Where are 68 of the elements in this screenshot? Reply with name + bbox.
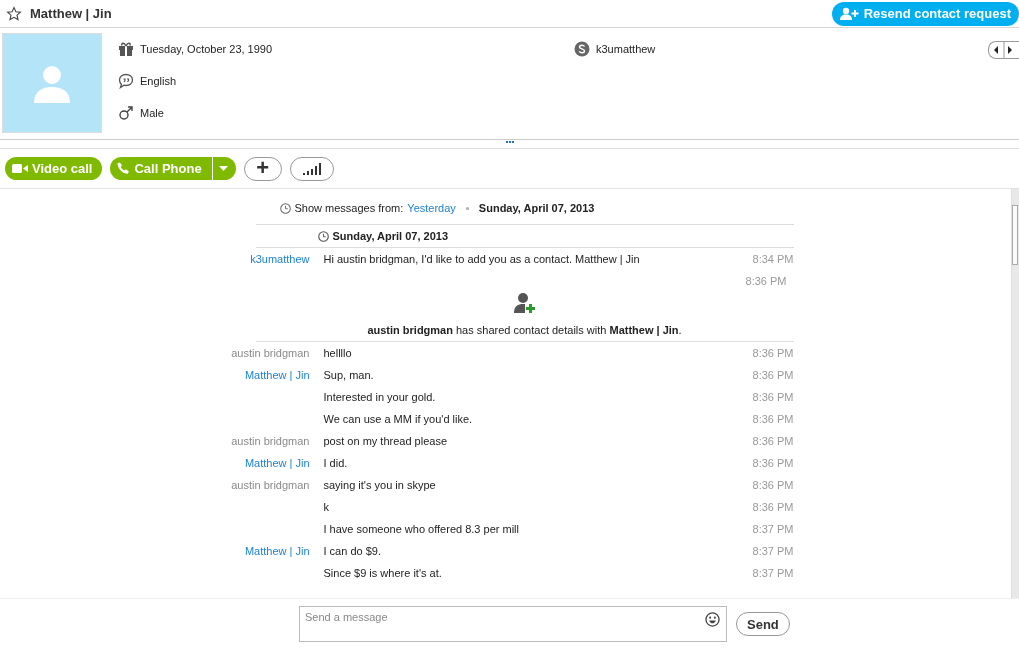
message-text: Sup, man. [323, 369, 375, 381]
pager-arrows[interactable] [988, 41, 1019, 59]
message-time: 8:36 PM [751, 369, 794, 381]
message-time: 8:37 PM [751, 545, 794, 557]
profile-field: English [140, 75, 177, 87]
call-phone-button[interactable]: Call Phone [110, 157, 212, 180]
sender-name[interactable]: austin bridgman [231, 435, 310, 447]
message-time: 8:34 PM [751, 253, 794, 265]
message-time: 8:37 PM [751, 523, 794, 535]
clock-icon [279, 202, 291, 214]
skype-name: k3umatthew [596, 43, 656, 55]
message-text: I can do $9. [323, 545, 382, 557]
message-text: I have someone who offered 8.3 per mill [323, 523, 520, 535]
message-text: k [323, 501, 330, 513]
sender-name[interactable]: k3umatthew [250, 253, 310, 265]
message-time: 8:36 PM [751, 413, 794, 425]
message-time: 8:36 PM [751, 347, 794, 359]
message-text: I did. [323, 457, 349, 469]
sender-name[interactable]: Matthew | Jin [244, 457, 310, 469]
message-text: Interested in your gold. [323, 391, 437, 403]
star-icon[interactable] [6, 5, 22, 22]
message-time: 8:36 PM [751, 479, 794, 491]
gift-icon [118, 41, 134, 57]
message-text: hellllo [323, 347, 353, 359]
profile-field: Tuesday, October 23, 1990 [140, 43, 273, 55]
emoticon-icon[interactable] [705, 612, 720, 627]
date-header: Sunday, April 07, 2013 [332, 230, 449, 242]
scrollbar-thumb[interactable] [1012, 205, 1018, 265]
signal-bars-icon [302, 162, 321, 175]
history-label: Show messages from: [294, 202, 404, 214]
resize-handle[interactable] [505, 141, 514, 143]
message-time: 8:36 PM [751, 457, 794, 469]
message-time: 8:37 PM [751, 567, 794, 579]
sender-name[interactable]: austin bridgman [231, 479, 310, 491]
video-camera-icon [12, 163, 28, 174]
message-text: Since $9 is where it's at. [323, 567, 443, 579]
scrollbar[interactable] [1011, 189, 1019, 598]
clock-icon [317, 230, 329, 242]
message-text: post on my thread please [323, 435, 449, 447]
share-notice: austin bridgman has shared contact details with Matthew | Jin. [367, 324, 682, 336]
caret-icon [218, 166, 228, 171]
resend-contact-request-button[interactable]: Resend contact request [831, 1, 1019, 26]
speech-bubble-icon [118, 73, 134, 89]
message-text: saying it's you in skype [323, 479, 437, 491]
message-input[interactable]: Send a message [299, 606, 727, 642]
add-contact-icon [513, 292, 536, 314]
skype-icon [574, 41, 590, 57]
message-time: 8:36 PM [751, 501, 794, 513]
current-date: Sunday, April 07, 2013 [478, 202, 595, 214]
phone-icon [117, 162, 131, 175]
send-button[interactable]: Send [736, 612, 790, 636]
message-text: We can use a MM if you'd like. [323, 413, 474, 425]
call-quality-button[interactable] [289, 156, 334, 181]
sender-name[interactable]: austin bridgman [231, 347, 310, 359]
message-time: 8:36 PM [751, 435, 794, 447]
message-text: Hi austin bridgman, I'd like to add you as a contact. Matthew | Jin [323, 253, 641, 265]
separator-dot [465, 206, 469, 210]
video-call-button[interactable]: Video call [5, 157, 103, 180]
message-time: 8:36 PM [751, 391, 794, 403]
add-button[interactable]: + [243, 156, 282, 181]
contact-name: Matthew | Jin [30, 6, 112, 21]
message-time: 8:36 PM [744, 275, 787, 287]
profile-field: Male [140, 107, 164, 119]
sender-name[interactable]: Matthew | Jin [244, 545, 310, 557]
sender-name[interactable]: Matthew | Jin [244, 369, 310, 381]
add-contact-icon [839, 6, 860, 21]
male-symbol-icon [118, 105, 134, 121]
yesterday-link[interactable]: Yesterday [407, 202, 456, 214]
